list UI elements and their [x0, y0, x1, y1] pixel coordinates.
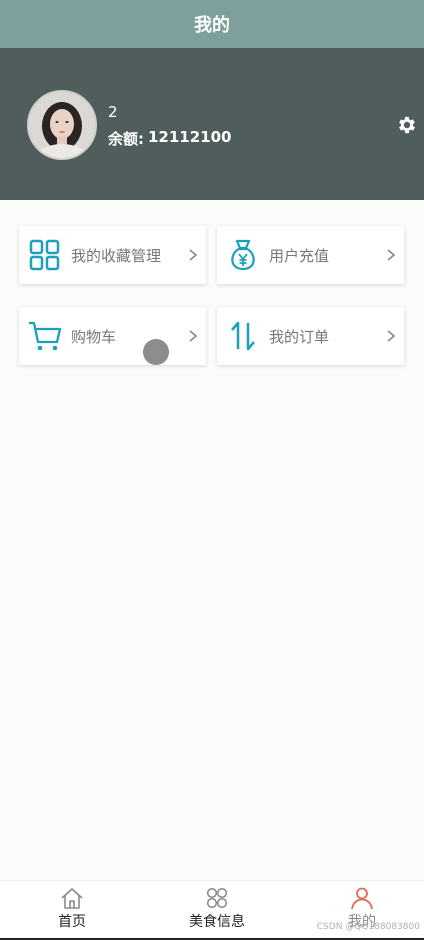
- menu-recharge[interactable]: 用户充值: [217, 226, 404, 284]
- menu-label: 购物车: [71, 327, 117, 346]
- username: 2: [108, 103, 118, 121]
- profile-panel: 2 余额: 12112100: [0, 48, 424, 200]
- chevron-right-icon: [387, 330, 396, 342]
- menu-favorites[interactable]: 我的收藏管理: [19, 226, 206, 284]
- balance-label: 余额:: [108, 130, 144, 148]
- menu-orders[interactable]: 我的订单: [217, 307, 404, 365]
- menu-label: 我的收藏管理: [71, 246, 162, 265]
- menu-cart[interactable]: 购物车: [19, 307, 206, 365]
- avatar[interactable]: [27, 90, 97, 160]
- gear-icon[interactable]: [396, 114, 418, 136]
- grid-icon: [27, 237, 63, 273]
- page-title: 我的: [194, 15, 230, 36]
- balance: 余额: 12112100: [108, 128, 232, 149]
- watermark: CSDN @QQ188083800: [316, 922, 420, 932]
- header-bar: 我的: [0, 0, 424, 48]
- sort-arrows-icon: [225, 318, 261, 354]
- four-circles-icon: [206, 887, 228, 909]
- balance-value: 12112100: [148, 128, 232, 146]
- chevron-right-icon: [189, 330, 198, 342]
- chevron-right-icon: [189, 249, 198, 261]
- user-icon: [351, 887, 373, 909]
- nav-food-info[interactable]: 美食信息: [172, 887, 262, 931]
- home-icon: [61, 888, 83, 909]
- touch-indicator: [143, 339, 169, 365]
- nav-home[interactable]: 首页: [27, 887, 117, 931]
- money-bag-icon: [225, 237, 261, 273]
- chevron-right-icon: [387, 249, 396, 261]
- nav-label: 首页: [58, 914, 86, 930]
- cart-icon: [27, 318, 63, 354]
- menu-label: 我的订单: [269, 327, 330, 346]
- nav-label: 美食信息: [189, 914, 245, 930]
- menu-label: 用户充值: [269, 246, 330, 265]
